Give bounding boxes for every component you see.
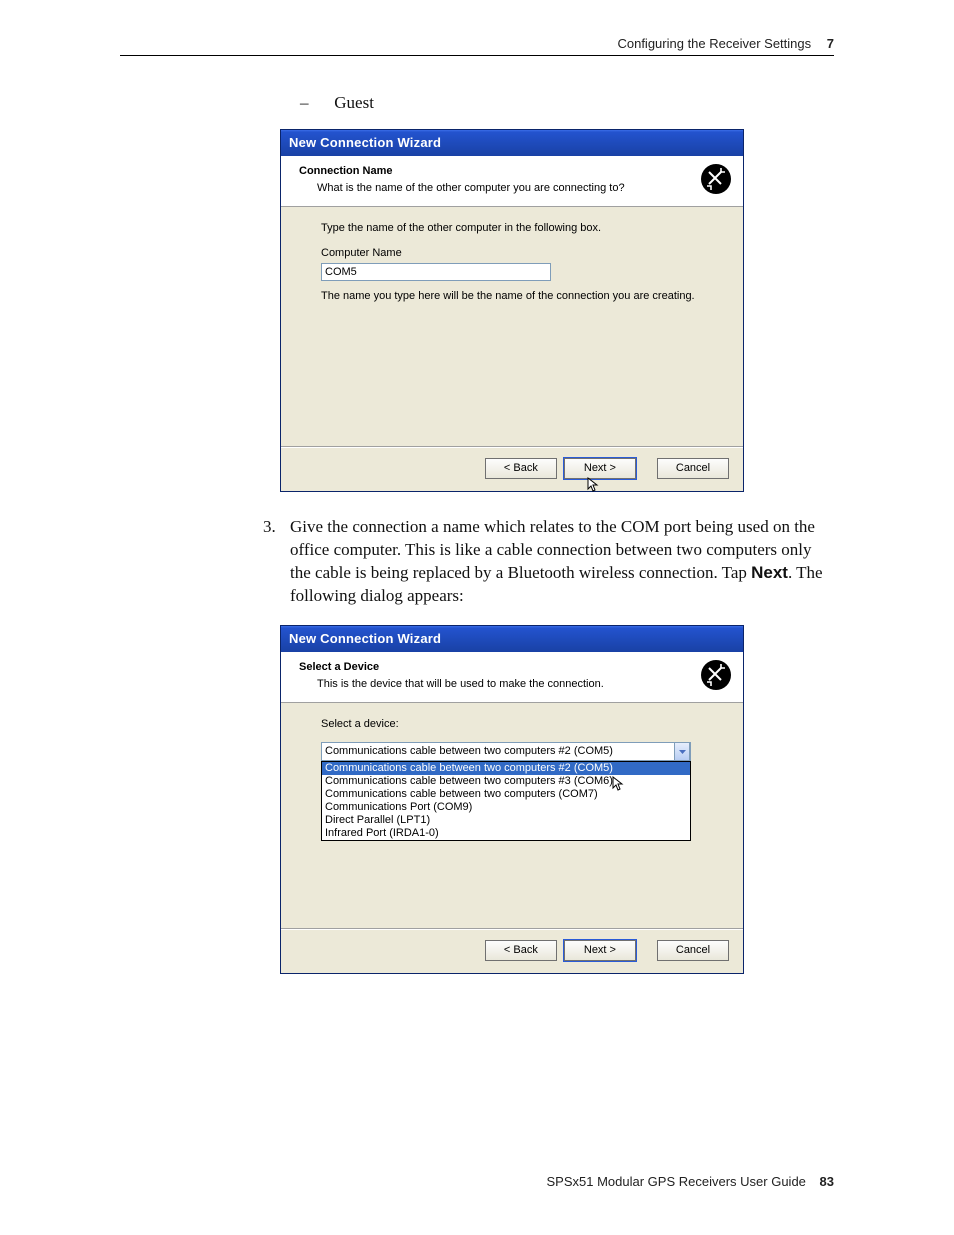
device-option[interactable]: Communications Port (COM9) — [322, 801, 690, 814]
page: Configuring the Receiver Settings 7 – Gu… — [0, 0, 954, 1235]
connection-icon — [699, 658, 733, 692]
dialog-1-wrap: New Connection Wizard Connection Name Wh… — [280, 129, 834, 492]
connection-icon — [699, 162, 733, 196]
computer-name-label: Computer Name — [321, 247, 402, 259]
dialog2-header-subtitle: This is the device that will be used to … — [317, 677, 731, 692]
cursor-icon — [612, 776, 626, 792]
device-option[interactable]: Communications cable between two compute… — [322, 775, 690, 788]
dialog-title-bar[interactable]: New Connection Wizard — [281, 130, 743, 157]
dialog2-header: Select a Device This is the device that … — [281, 652, 743, 703]
back-button[interactable]: < Back — [485, 458, 557, 479]
section-title: Configuring the Receiver Settings — [617, 36, 811, 51]
device-listbox[interactable]: Communications cable between two compute… — [321, 761, 691, 841]
cursor-icon — [587, 477, 601, 493]
running-header: Configuring the Receiver Settings 7 — [120, 36, 834, 51]
back-button[interactable]: < Back — [485, 940, 557, 961]
step-3: Give the connection a name which relates… — [280, 516, 834, 608]
dialog-header-title: Connection Name — [299, 164, 731, 179]
dialog2-body: Select a device: Communications cable be… — [281, 703, 743, 929]
next-button[interactable]: Next > — [564, 458, 636, 479]
device-select[interactable]: Communications cable between two compute… — [321, 742, 691, 761]
dialog-body-intro: Type the name of the other computer in t… — [321, 221, 703, 236]
dialog-header-subtitle: What is the name of the other computer y… — [317, 181, 731, 196]
dialog2-body-intro: Select a device: — [321, 717, 703, 732]
device-select-value[interactable]: Communications cable between two compute… — [321, 742, 691, 761]
step-3-bold: Next — [751, 563, 788, 582]
page-footer: SPSx51 Modular GPS Receivers User Guide … — [547, 1174, 834, 1189]
dialog-button-bar: < Back Next > Cancel — [281, 447, 743, 491]
dialog-body: Type the name of the other computer in t… — [281, 207, 743, 447]
bullet-dash: – — [300, 92, 330, 115]
dialog-header: Connection Name What is the name of the … — [281, 156, 743, 207]
device-option[interactable]: Communications cable between two compute… — [322, 788, 690, 801]
sub-bullet: – Guest — [300, 92, 834, 115]
bullet-text: Guest — [334, 93, 374, 112]
step-3-text-a: Give the connection a name which relates… — [290, 517, 815, 582]
chevron-down-icon[interactable] — [674, 743, 690, 760]
dialog-select-device: New Connection Wizard Select a Device Th… — [280, 625, 744, 974]
dialog2-header-title: Select a Device — [299, 660, 731, 675]
cancel-button[interactable]: Cancel — [657, 940, 729, 961]
device-option[interactable]: Direct Parallel (LPT1) — [322, 814, 690, 827]
dialog-2-wrap: New Connection Wizard Select a Device Th… — [280, 625, 834, 974]
guide-title: SPSx51 Modular GPS Receivers User Guide — [547, 1174, 806, 1189]
device-option[interactable]: Infrared Port (IRDA1-0) — [322, 827, 690, 840]
page-number: 83 — [820, 1174, 834, 1189]
dialog2-title-bar[interactable]: New Connection Wizard — [281, 626, 743, 653]
dialog-connection-name: New Connection Wizard Connection Name Wh… — [280, 129, 744, 492]
device-option[interactable]: Communications cable between two compute… — [322, 762, 690, 775]
step-list: Give the connection a name which relates… — [120, 516, 834, 608]
header-rule — [120, 55, 834, 56]
body-text: – Guest New Connection Wizard Connection… — [120, 92, 834, 974]
chapter-number: 7 — [827, 36, 834, 51]
next-button[interactable]: Next > — [564, 940, 636, 961]
computer-name-input[interactable] — [321, 263, 551, 281]
dialog2-button-bar: < Back Next > Cancel — [281, 929, 743, 973]
cancel-button[interactable]: Cancel — [657, 458, 729, 479]
dialog-body-note: The name you type here will be the name … — [321, 289, 703, 304]
